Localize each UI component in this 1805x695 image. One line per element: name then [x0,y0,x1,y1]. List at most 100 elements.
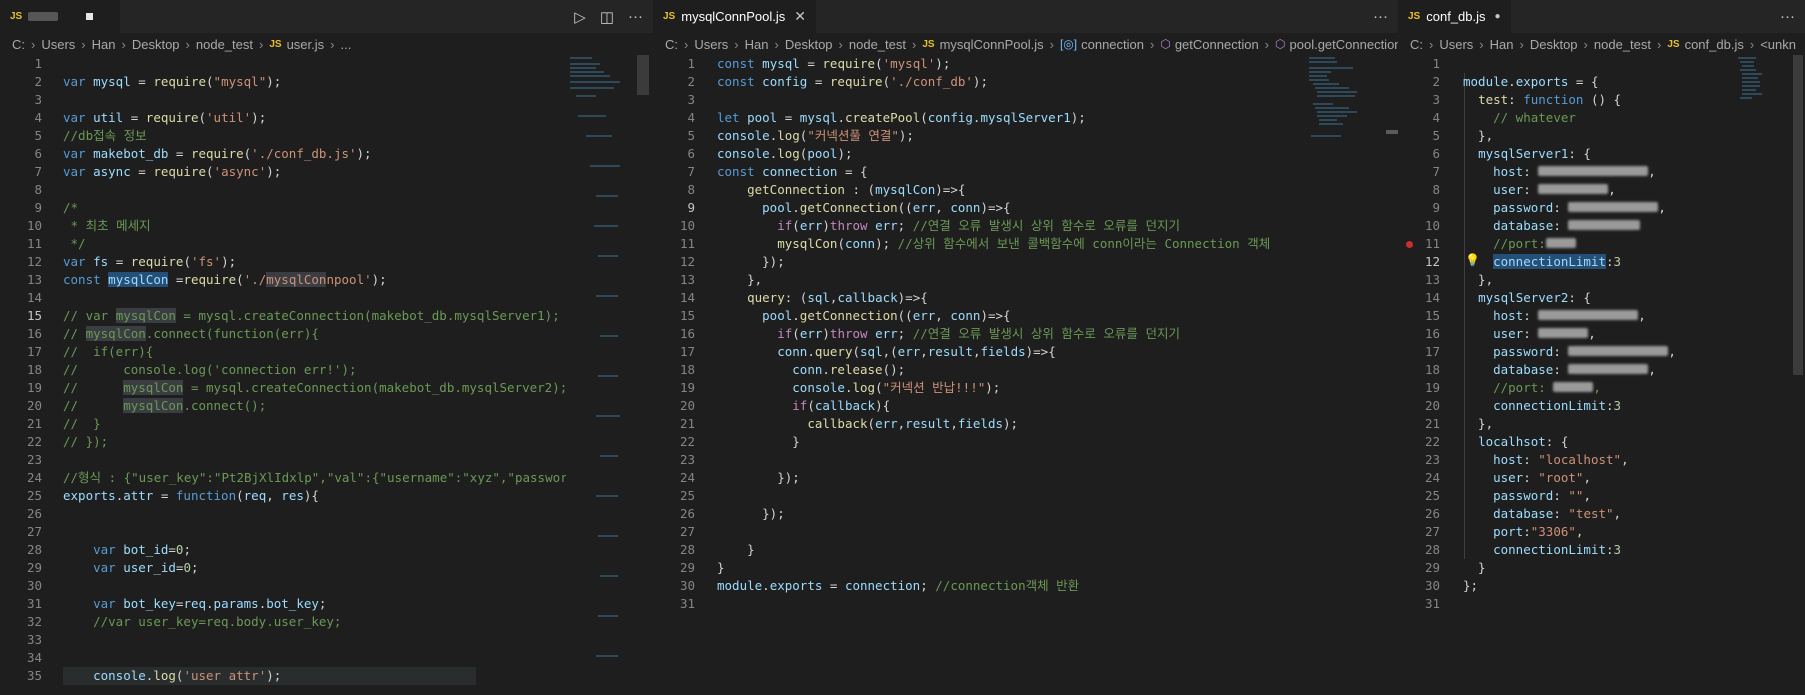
javascript-file-icon: JS [10,11,23,22]
code-line: 5 }, [1432,128,1494,143]
code-line: 11 mysqlCon(conn); //상위 함수에서 보낸 콜백함수에 co… [679,236,1271,251]
more-actions-icon[interactable]: ··· [1373,8,1388,25]
tab-user-js[interactable]: JS [0,0,120,33]
code-line: 19 console.log("커넥션 반납!!!"); [679,380,1001,395]
minimap[interactable] [566,55,628,695]
code-line: 31 var bot_key=req.params.bot_key; [26,596,327,611]
vertical-scrollbar[interactable] [1386,130,1398,134]
breadcrumb-item[interactable]: Han [1490,37,1514,52]
chevron-right-icon: › [1749,36,1755,52]
minimap[interactable] [1734,55,1796,695]
close-icon[interactable]: ✕ [794,8,806,25]
more-actions-icon[interactable]: ··· [1780,8,1795,25]
code-line: 9 password: , [1432,200,1666,215]
javascript-file-icon: JS [922,38,935,50]
tab-conf-db-js[interactable]: JS conf_db.js ● [1398,0,1511,33]
code-line: 28 var bot_id=0; [26,542,191,557]
code-line: 22 localhsot: { [1424,434,1569,449]
code-line: 24 user: "root", [1424,470,1591,485]
chevron-right-icon: › [1519,36,1524,52]
code-line: 29 } [1424,560,1486,575]
code-editor[interactable]: 1 2 var mysql = require("mysql"); 3 4 var … [0,55,653,695]
breadcrumb-symbol[interactable]: connection [1081,37,1144,52]
javascript-file-icon: JS [663,11,676,22]
chevron-right-icon: › [121,36,126,52]
minimap[interactable] [1303,55,1365,695]
chevron-right-icon: › [774,36,779,52]
code-line: 24//형식 : {"user_key":"Pt2BjXlIdxlp","val… [26,470,568,485]
code-editor[interactable]: 1 2 module.exports = { 3 test: function (… [1398,55,1805,695]
tab-label-redacted [28,12,59,21]
breadcrumb-item[interactable]: node_test [196,37,253,52]
code-line: 18 database: , [1424,362,1656,377]
breadcrumb-item[interactable]: Desktop [132,37,180,52]
breadcrumb-item[interactable]: Han [745,37,769,52]
more-actions-icon[interactable]: ··· [628,8,643,25]
code-line: 20 connectionLimit:3 [1424,398,1622,413]
code-line: 23 [679,452,695,467]
breadcrumb-file[interactable]: mysqlConnPool.js [940,37,1044,52]
code-line: 16 if(err)throw err; //연결 오류 발생시 상위 함수로 … [679,326,1180,341]
code-line: 25 [679,488,695,503]
lightbulb-icon[interactable]: 💡 [1465,253,1480,267]
javascript-file-icon: JS [1408,11,1421,22]
breadcrumb-file[interactable]: conf_db.js [1685,37,1744,52]
vertical-scrollbar[interactable] [637,55,649,95]
breakpoint-icon[interactable] [1406,241,1413,248]
code-line: 27 port:"3306", [1424,524,1584,539]
tab-label: conf_db.js [1426,9,1486,24]
code-line: 14 mysqlServer2: { [1424,290,1591,305]
code-line: 4 var util = require('util'); [34,110,267,125]
code-line: 26 [26,506,42,521]
chevron-right-icon: › [838,36,843,52]
breadcrumb-item[interactable]: C: [1410,37,1423,52]
code-line: 8 [34,182,42,197]
breadcrumb-file[interactable]: user.js [287,37,325,52]
breadcrumb-item[interactable]: Desktop [785,37,833,52]
breadcrumb: C: › Users › Han › Desktop › node_test › JS co… [1398,33,1805,55]
code-line: 13 }, [1424,272,1494,287]
tab-mysqlconnpool-js[interactable]: JS mysqlConnPool.js ✕ [653,0,817,33]
code-line: 24 }); [679,470,800,485]
breadcrumb-item[interactable]: C: [665,37,678,52]
breadcrumb-item[interactable]: node_test [849,37,906,52]
code-line: 11 //port: [1398,235,1718,253]
code-line: 5//db접속 정보 [34,128,147,143]
code-line: 10 if(err)throw err; //연결 오류 발생시 상위 함수로 … [679,218,1180,233]
breadcrumb-symbol[interactable]: pool.getConnection() ca [1290,37,1399,52]
breadcrumb-symbol[interactable]: <unkn [1760,37,1796,52]
breadcrumb-item[interactable]: C: [12,37,25,52]
chevron-right-icon: › [1429,36,1434,52]
breadcrumb-item[interactable]: ... [341,37,352,52]
code-line: 27 [26,524,42,539]
unsaved-dot-icon[interactable]: ● [1495,11,1501,22]
split-editor-icon[interactable]: ◫ [600,8,614,26]
code-line: 10 database: [1398,217,1718,235]
run-icon[interactable]: ▷ [574,8,586,26]
code-line: 21// } [26,416,101,431]
code-line: 3 [34,92,42,107]
chevron-right-icon: › [684,36,689,52]
method-symbol-icon: ⬡ [1275,37,1286,51]
variable-symbol-icon: [◎] [1059,37,1078,51]
code-line: 35 console.log('user attr'); [0,667,560,685]
chevron-right-icon: › [912,36,917,52]
code-line: 31 [679,596,695,611]
breadcrumb-item[interactable]: node_test [1594,37,1651,52]
code-line: 2 const config = require('./conf_db'); [687,74,988,89]
code-line: 30 [26,578,42,593]
chevron-right-icon: › [1657,36,1662,52]
breadcrumb-item[interactable]: Users [694,37,728,52]
code-line: 21 }, [1424,416,1494,431]
breadcrumb-item[interactable]: Han [92,37,116,52]
editor-pane-user-js: JS ▷ ◫ ··· C: › Users › Han › Desktop › node… [0,0,654,695]
breadcrumb-item[interactable]: Users [41,37,75,52]
vertical-scrollbar[interactable] [1793,55,1803,375]
breadcrumb-item[interactable]: Desktop [1530,37,1578,52]
breadcrumb-item[interactable]: Users [1439,37,1473,52]
code-line: 33 [26,632,42,647]
code-line: 16// mysqlCon.connect(function(err){ [26,326,319,341]
breadcrumb-symbol[interactable]: getConnection [1175,37,1259,52]
code-line: 14 [26,290,42,305]
code-editor[interactable]: 1 const mysql = require('mysql'); 2 const … [653,55,1398,695]
